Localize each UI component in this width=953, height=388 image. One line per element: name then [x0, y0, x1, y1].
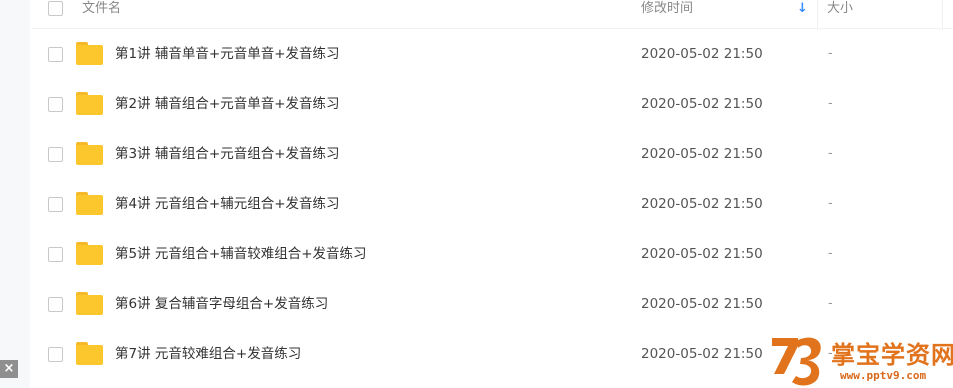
file-modified: 2020-05-02 21:50: [641, 46, 763, 62]
folder-icon[interactable]: [76, 292, 103, 315]
watermark-logo-icon: [772, 337, 821, 386]
close-icon[interactable]: ×: [0, 360, 18, 378]
file-row[interactable]: 第6讲 复合辅音字母组合+发音练习 2020-05-02 21:50 -: [32, 279, 953, 329]
file-name[interactable]: 第5讲 元音组合+辅音较难组合+发音练习: [115, 245, 367, 263]
left-panel-strip: [0, 0, 30, 388]
file-modified: 2020-05-02 21:50: [641, 296, 763, 312]
file-row[interactable]: 第5讲 元音组合+辅音较难组合+发音练习 2020-05-02 21:50 -: [32, 229, 953, 279]
file-size: -: [828, 146, 833, 161]
file-row[interactable]: 第2讲 辅音组合+元音单音+发音练习 2020-05-02 21:50 -: [32, 79, 953, 129]
file-modified: 2020-05-02 21:50: [641, 146, 763, 162]
file-row[interactable]: 第1讲 辅音单音+元音单音+发音练习 2020-05-02 21:50 -: [32, 29, 953, 79]
row-checkbox[interactable]: [48, 297, 63, 312]
column-divider[interactable]: [942, 0, 943, 30]
file-row[interactable]: 第3讲 辅音组合+元音组合+发音练习 2020-05-02 21:50 -: [32, 129, 953, 179]
list-header: 文件名 修改时间 ↓ 大小: [32, 0, 953, 30]
row-checkbox[interactable]: [48, 197, 63, 212]
file-modified: 2020-05-02 21:50: [641, 96, 763, 112]
row-checkbox[interactable]: [48, 347, 63, 362]
watermark-url: www.pptv9.com: [840, 369, 927, 382]
watermark: 掌宝学资网 www.pptv9.com: [768, 332, 953, 388]
file-modified: 2020-05-02 21:50: [641, 346, 763, 362]
watermark-title: 掌宝学资网: [831, 341, 953, 369]
file-size: -: [828, 296, 833, 311]
sort-desc-icon[interactable]: ↓: [797, 0, 808, 18]
folder-icon[interactable]: [76, 42, 103, 65]
file-name[interactable]: 第1讲 辅音单音+元音单音+发音练习: [115, 45, 340, 63]
folder-icon[interactable]: [76, 92, 103, 115]
file-name[interactable]: 第4讲 元音组合+辅元组合+发音练习: [115, 195, 340, 213]
folder-icon[interactable]: [76, 342, 103, 365]
column-header-modified[interactable]: 修改时间: [641, 0, 693, 18]
file-name[interactable]: 第3讲 辅音组合+元音组合+发音练习: [115, 145, 340, 163]
row-checkbox[interactable]: [48, 247, 63, 262]
folder-icon[interactable]: [76, 142, 103, 165]
row-checkbox[interactable]: [48, 147, 63, 162]
file-size: -: [828, 196, 833, 211]
file-row[interactable]: 第4讲 元音组合+辅元组合+发音练习 2020-05-02 21:50 -: [32, 179, 953, 229]
file-size: -: [828, 96, 833, 111]
column-divider[interactable]: [817, 0, 818, 30]
file-name[interactable]: 第2讲 辅音组合+元音单音+发音练习: [115, 95, 340, 113]
row-checkbox[interactable]: [48, 97, 63, 112]
column-header-filename[interactable]: 文件名: [82, 0, 121, 18]
row-checkbox[interactable]: [48, 47, 63, 62]
file-modified: 2020-05-02 21:50: [641, 196, 763, 212]
file-browser: × 文件名 修改时间 ↓ 大小 第1讲 辅音单音+元音单音+发音练习 2020-0…: [0, 0, 953, 388]
file-modified: 2020-05-02 21:50: [641, 246, 763, 262]
file-list: 文件名 修改时间 ↓ 大小 第1讲 辅音单音+元音单音+发音练习 2020-05-…: [32, 0, 953, 379]
file-name[interactable]: 第7讲 元音较难组合+发音练习: [115, 345, 301, 363]
file-size: -: [828, 246, 833, 261]
folder-icon[interactable]: [76, 242, 103, 265]
folder-icon[interactable]: [76, 192, 103, 215]
select-all-checkbox[interactable]: [48, 1, 63, 16]
column-header-size[interactable]: 大小: [827, 0, 853, 18]
file-size: -: [828, 46, 833, 61]
file-name[interactable]: 第6讲 复合辅音字母组合+发音练习: [115, 295, 328, 313]
